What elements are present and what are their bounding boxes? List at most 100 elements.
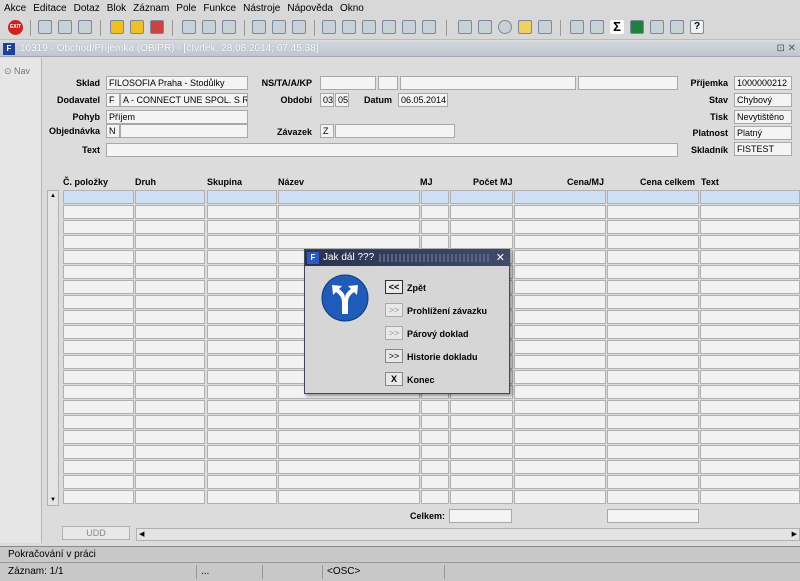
table-cell[interactable]	[450, 220, 513, 234]
text-field[interactable]	[106, 143, 678, 157]
table-cell[interactable]	[700, 205, 800, 219]
stav-field[interactable]: Chybový	[734, 93, 792, 107]
table-cell[interactable]	[135, 355, 205, 369]
table-cell[interactable]	[207, 280, 277, 294]
table-cell[interactable]	[63, 475, 134, 489]
window-controls[interactable]: ⊡ ✕	[776, 43, 796, 54]
help-icon[interactable]: ?	[690, 20, 704, 34]
table-cell[interactable]	[63, 265, 134, 279]
table-cell[interactable]	[607, 295, 699, 309]
table-cell[interactable]	[607, 400, 699, 414]
table-cell[interactable]	[700, 370, 800, 384]
report-icon[interactable]	[590, 20, 604, 34]
table-cell[interactable]	[421, 475, 449, 489]
table-row[interactable]	[63, 235, 800, 250]
scroll-left-icon[interactable]: ◀	[139, 530, 144, 538]
table-cell[interactable]	[514, 220, 606, 234]
table-cell[interactable]	[421, 235, 449, 249]
table-cell[interactable]	[700, 265, 800, 279]
a-field[interactable]	[400, 76, 576, 90]
table-cell[interactable]	[607, 280, 699, 294]
word-icon[interactable]	[650, 20, 664, 34]
sync-icon[interactable]	[538, 20, 552, 34]
table-cell[interactable]	[278, 430, 420, 444]
table-cell[interactable]	[278, 205, 420, 219]
table-cell[interactable]	[63, 400, 134, 414]
zpet-button[interactable]: <<	[385, 280, 403, 294]
table-cell[interactable]	[700, 310, 800, 324]
table-cell[interactable]	[700, 340, 800, 354]
prijemka-field[interactable]: 1000000212	[734, 76, 792, 90]
table-cell[interactable]	[607, 475, 699, 489]
table-cell[interactable]	[607, 460, 699, 474]
table-cell[interactable]	[700, 280, 800, 294]
table-cell[interactable]	[421, 430, 449, 444]
table-cell[interactable]	[207, 355, 277, 369]
sort-asc-icon[interactable]	[182, 20, 196, 34]
table-cell[interactable]	[63, 295, 134, 309]
table-cell[interactable]	[607, 445, 699, 459]
table-cell[interactable]	[207, 310, 277, 324]
table-cell[interactable]	[135, 475, 205, 489]
zavazek-code-field[interactable]: Z	[320, 124, 334, 138]
table-cell[interactable]	[450, 445, 513, 459]
table-cell[interactable]	[450, 490, 513, 504]
table-cell[interactable]	[514, 235, 606, 249]
table-cell[interactable]	[135, 190, 205, 204]
table-cell[interactable]	[207, 250, 277, 264]
table-cell[interactable]	[135, 310, 205, 324]
obdobi-month-field[interactable]: 03	[320, 93, 334, 107]
platnost-field[interactable]: Platný	[734, 126, 792, 140]
table-cell[interactable]	[63, 460, 134, 474]
table-cell[interactable]	[450, 400, 513, 414]
table-cell[interactable]	[135, 370, 205, 384]
table-cell[interactable]	[607, 220, 699, 234]
table-cell[interactable]	[514, 400, 606, 414]
table-cell[interactable]	[700, 445, 800, 459]
table-cell[interactable]	[700, 385, 800, 399]
table-cell[interactable]	[514, 205, 606, 219]
zavazek-field[interactable]	[335, 124, 455, 138]
table-cell[interactable]	[135, 220, 205, 234]
menu-akce[interactable]: Akce	[4, 3, 26, 14]
table-cell[interactable]	[278, 235, 420, 249]
table-cell[interactable]	[450, 460, 513, 474]
table-cell[interactable]	[700, 295, 800, 309]
enter-query-icon[interactable]	[110, 20, 124, 34]
menu-napoveda[interactable]: Nápověda	[287, 3, 333, 14]
table-cell[interactable]	[700, 220, 800, 234]
table-cell[interactable]	[607, 310, 699, 324]
notebook-icon[interactable]	[670, 20, 684, 34]
prohlizeni-zavazku-button[interactable]: >>	[385, 303, 403, 317]
table-cell[interactable]	[514, 355, 606, 369]
menu-pole[interactable]: Pole	[176, 3, 196, 14]
table-row[interactable]	[63, 400, 800, 415]
table-cell[interactable]	[278, 460, 420, 474]
sun-icon[interactable]	[518, 20, 532, 34]
table-cell[interactable]	[278, 220, 420, 234]
table-cell[interactable]	[63, 340, 134, 354]
table-cell[interactable]	[607, 415, 699, 429]
table-cell[interactable]	[207, 295, 277, 309]
camera-icon[interactable]	[478, 20, 492, 34]
save-icon[interactable]	[38, 20, 52, 34]
menu-dotaz[interactable]: Dotaz	[74, 3, 100, 14]
calculator-icon[interactable]	[458, 20, 472, 34]
sum-icon[interactable]: Σ	[610, 20, 624, 34]
table-cell[interactable]	[421, 205, 449, 219]
chart-icon[interactable]	[570, 20, 584, 34]
table-cell[interactable]	[135, 340, 205, 354]
table-cell[interactable]	[207, 340, 277, 354]
preview-icon[interactable]	[272, 20, 286, 34]
filter-icon[interactable]	[222, 20, 236, 34]
ns-field[interactable]	[320, 76, 376, 90]
table-cell[interactable]	[607, 205, 699, 219]
konec-button[interactable]: X	[385, 372, 403, 386]
table-cell[interactable]	[278, 400, 420, 414]
table-cell[interactable]	[135, 430, 205, 444]
table-cell[interactable]	[278, 190, 420, 204]
table-row[interactable]	[63, 220, 800, 235]
menu-zaznam[interactable]: Záznam	[133, 3, 169, 14]
table-cell[interactable]	[207, 370, 277, 384]
table-row[interactable]	[63, 460, 800, 475]
